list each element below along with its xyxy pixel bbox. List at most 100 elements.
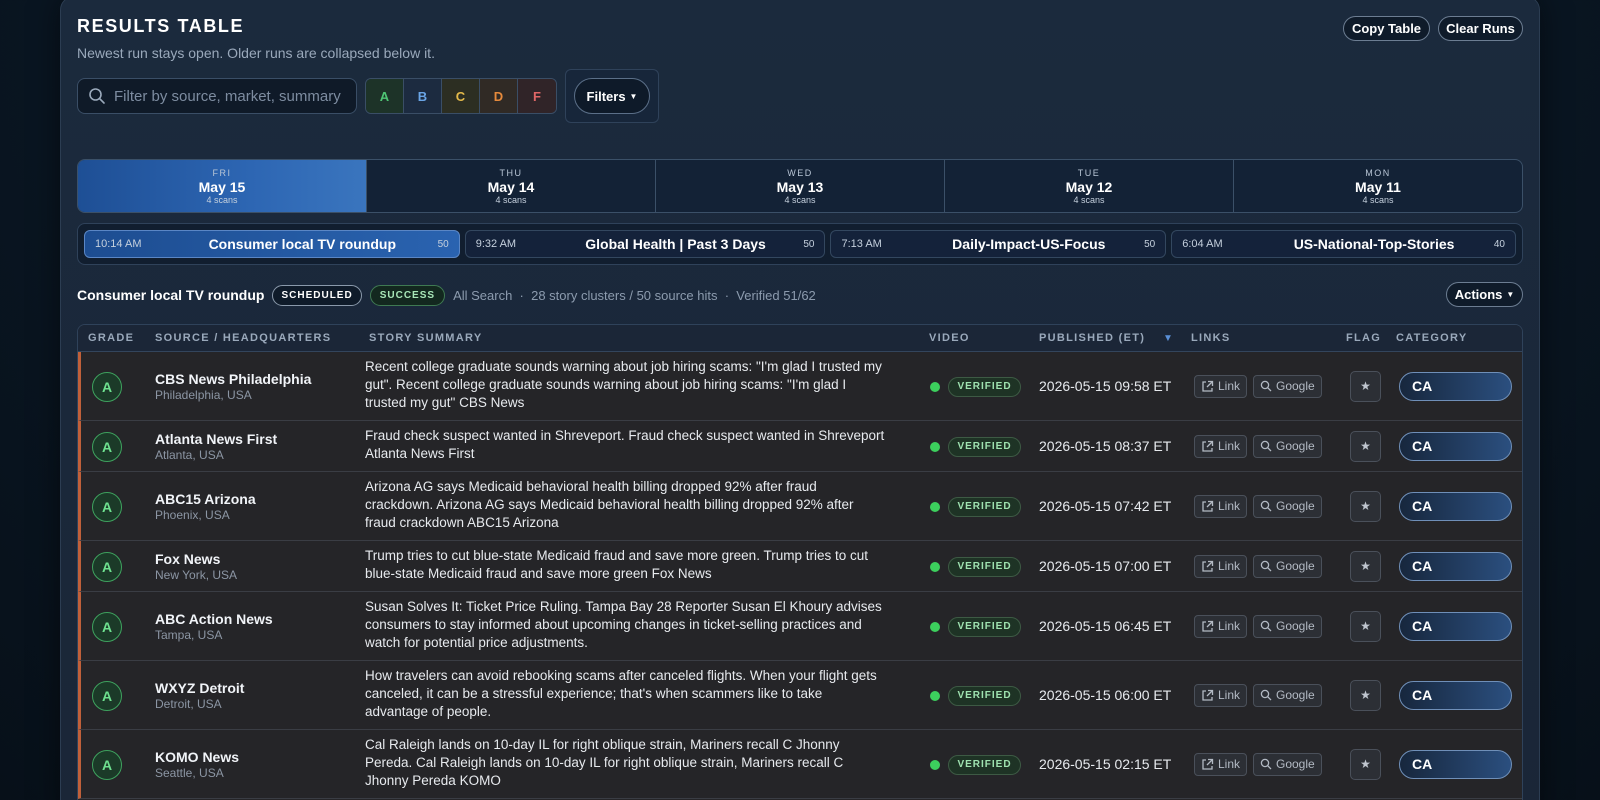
google-button[interactable]: Google	[1253, 752, 1322, 776]
flag-button[interactable]: ★	[1350, 490, 1381, 522]
day-tab-mon[interactable]: MON May 11 4 scans	[1234, 160, 1522, 212]
google-button[interactable]: Google	[1253, 614, 1322, 638]
grade-filter-f[interactable]: F	[518, 79, 556, 113]
day-tab-wed[interactable]: WED May 13 4 scans	[656, 160, 945, 212]
flag-button[interactable]: ★	[1350, 679, 1381, 711]
run-tab[interactable]: 7:13 AM Daily-Impact-US-Focus 50	[830, 230, 1167, 258]
video-verified-badge: VERIFIED	[948, 436, 1021, 457]
published-time: 2026-05-15 06:00 ET	[1039, 686, 1172, 703]
table-row[interactable]: A Fox News New York, USA Trump tries to cut…	[78, 541, 1522, 592]
category-select[interactable]: CA	[1399, 551, 1512, 581]
run-tab[interactable]: 6:04 AM US-National-Top-Stories 40	[1171, 230, 1516, 258]
run-tab[interactable]: 9:32 AM Global Health | Past 3 Days 50	[464, 230, 826, 258]
day-date: May 15	[198, 178, 246, 195]
search-icon	[1260, 440, 1276, 452]
google-button[interactable]: Google	[1253, 374, 1322, 398]
flag-button[interactable]: ★	[1350, 430, 1381, 462]
run-header: Consumer local TV roundup SCHEDULED SUCC…	[77, 283, 816, 307]
link-label: Link	[1218, 499, 1241, 513]
filters-button[interactable]: Filters ▼	[574, 78, 650, 114]
google-button[interactable]: Google	[1253, 683, 1322, 707]
day-tabs: FRI May 15 4 scans THU May 14 4 scans WE…	[77, 159, 1523, 213]
flag-button[interactable]: ★	[1350, 748, 1381, 780]
table-row[interactable]: A WXYZ Detroit Detroit, USA How travelers c…	[78, 661, 1522, 730]
star-icon: ★	[1360, 379, 1371, 393]
table-body: A CBS News Philadelphia Philadelphia, USA R…	[78, 352, 1522, 799]
link-button[interactable]: Link	[1194, 434, 1248, 458]
table-header: GRADE SOURCE / HEADQUARTERS STORY SUMMAR…	[78, 325, 1522, 352]
published-time: 2026-05-15 06:45 ET	[1039, 617, 1172, 634]
table-row[interactable]: A ABC Action News Tampa, USA Susan Solves I…	[78, 592, 1522, 661]
story-summary: How travelers can avoid rebooking scams …	[365, 668, 877, 719]
col-source[interactable]: SOURCE / HEADQUARTERS	[155, 332, 331, 344]
run-meta: All Search · 28 story clusters / 50 sour…	[453, 287, 816, 303]
run-tabs: 10:14 AM Consumer local TV roundup 50 9:…	[77, 223, 1523, 265]
google-button[interactable]: Google	[1253, 554, 1322, 578]
col-category[interactable]: CATEGORY	[1396, 332, 1468, 344]
actions-button[interactable]: Actions ▼	[1446, 282, 1523, 307]
col-links[interactable]: LINKS	[1191, 332, 1231, 344]
category-select[interactable]: CA	[1399, 611, 1512, 641]
run-name: Daily-Impact-US-Focus	[952, 236, 1106, 252]
flag-button[interactable]: ★	[1350, 550, 1381, 582]
video-status-dot	[930, 441, 940, 452]
col-summary[interactable]: STORY SUMMARY	[369, 332, 482, 344]
grade-filter-b[interactable]: B	[404, 79, 442, 113]
link-button[interactable]: Link	[1194, 683, 1248, 707]
day-tab-fri[interactable]: FRI May 15 4 scans	[78, 160, 367, 212]
run-tab[interactable]: 10:14 AM Consumer local TV roundup 50	[84, 230, 460, 258]
table-row[interactable]: A CBS News Philadelphia Philadelphia, USA R…	[78, 352, 1522, 421]
page-subtitle: Newest run stays open. Older runs are co…	[77, 45, 435, 61]
grade-badge: A	[92, 491, 122, 522]
sort-desc-icon[interactable]: ▼	[1163, 333, 1174, 344]
grade-filter-d[interactable]: D	[480, 79, 518, 113]
link-button[interactable]: Link	[1194, 752, 1248, 776]
google-label: Google	[1276, 559, 1315, 573]
clear-runs-button[interactable]: Clear Runs	[1438, 16, 1523, 41]
table-row[interactable]: A KOMO News Seattle, USA Cal Raleigh lands …	[78, 730, 1522, 799]
source-name: KOMO News	[155, 748, 240, 765]
table-row[interactable]: A Atlanta News First Atlanta, USA Fraud che…	[78, 421, 1522, 472]
grade-filter-a[interactable]: A	[366, 79, 404, 113]
category-select[interactable]: CA	[1399, 680, 1512, 710]
search-input[interactable]	[114, 87, 354, 105]
grade-filter-c[interactable]: C	[442, 79, 480, 113]
source-name: WXYZ Detroit	[155, 679, 245, 696]
day-scans: 4 scans	[1362, 194, 1394, 205]
google-label: Google	[1276, 379, 1315, 393]
run-count: 50	[437, 238, 449, 250]
day-date: May 12	[1065, 178, 1113, 195]
day-tab-tue[interactable]: TUE May 12 4 scans	[945, 160, 1234, 212]
external-link-icon	[1201, 620, 1218, 633]
google-button[interactable]: Google	[1253, 434, 1322, 458]
link-button[interactable]: Link	[1194, 554, 1248, 578]
published-time: 2026-05-15 02:15 ET	[1039, 755, 1172, 772]
star-icon: ★	[1360, 688, 1371, 702]
grade-badge: A	[92, 749, 122, 780]
category-select[interactable]: CA	[1399, 491, 1512, 521]
col-published[interactable]: PUBLISHED (ET)	[1039, 332, 1145, 344]
category-select[interactable]: CA	[1399, 431, 1512, 461]
table-row[interactable]: A ABC15 Arizona Phoenix, USA Arizona AG say…	[78, 472, 1522, 541]
col-flag[interactable]: FLAG	[1346, 332, 1381, 344]
day-date: May 13	[776, 178, 824, 195]
flag-button[interactable]: ★	[1350, 370, 1381, 402]
run-name: US-National-Top-Stories	[1293, 236, 1455, 252]
day-tab-thu[interactable]: THU May 14 4 scans	[367, 160, 656, 212]
published-time: 2026-05-15 09:58 ET	[1039, 377, 1172, 394]
video-status-dot	[930, 690, 940, 701]
search-icon	[1260, 758, 1276, 770]
copy-table-button[interactable]: Copy Table	[1343, 16, 1430, 41]
link-label: Link	[1218, 619, 1241, 633]
col-grade[interactable]: GRADE	[88, 332, 134, 344]
flag-button[interactable]: ★	[1350, 610, 1381, 642]
category-select[interactable]: CA	[1399, 749, 1512, 779]
google-button[interactable]: Google	[1253, 494, 1322, 518]
search-box[interactable]	[77, 78, 357, 114]
category-select[interactable]: CA	[1399, 371, 1512, 401]
published-time: 2026-05-15 07:42 ET	[1039, 497, 1172, 514]
link-button[interactable]: Link	[1194, 374, 1248, 398]
link-button[interactable]: Link	[1194, 614, 1248, 638]
link-button[interactable]: Link	[1194, 494, 1248, 518]
col-video[interactable]: VIDEO	[929, 332, 970, 344]
